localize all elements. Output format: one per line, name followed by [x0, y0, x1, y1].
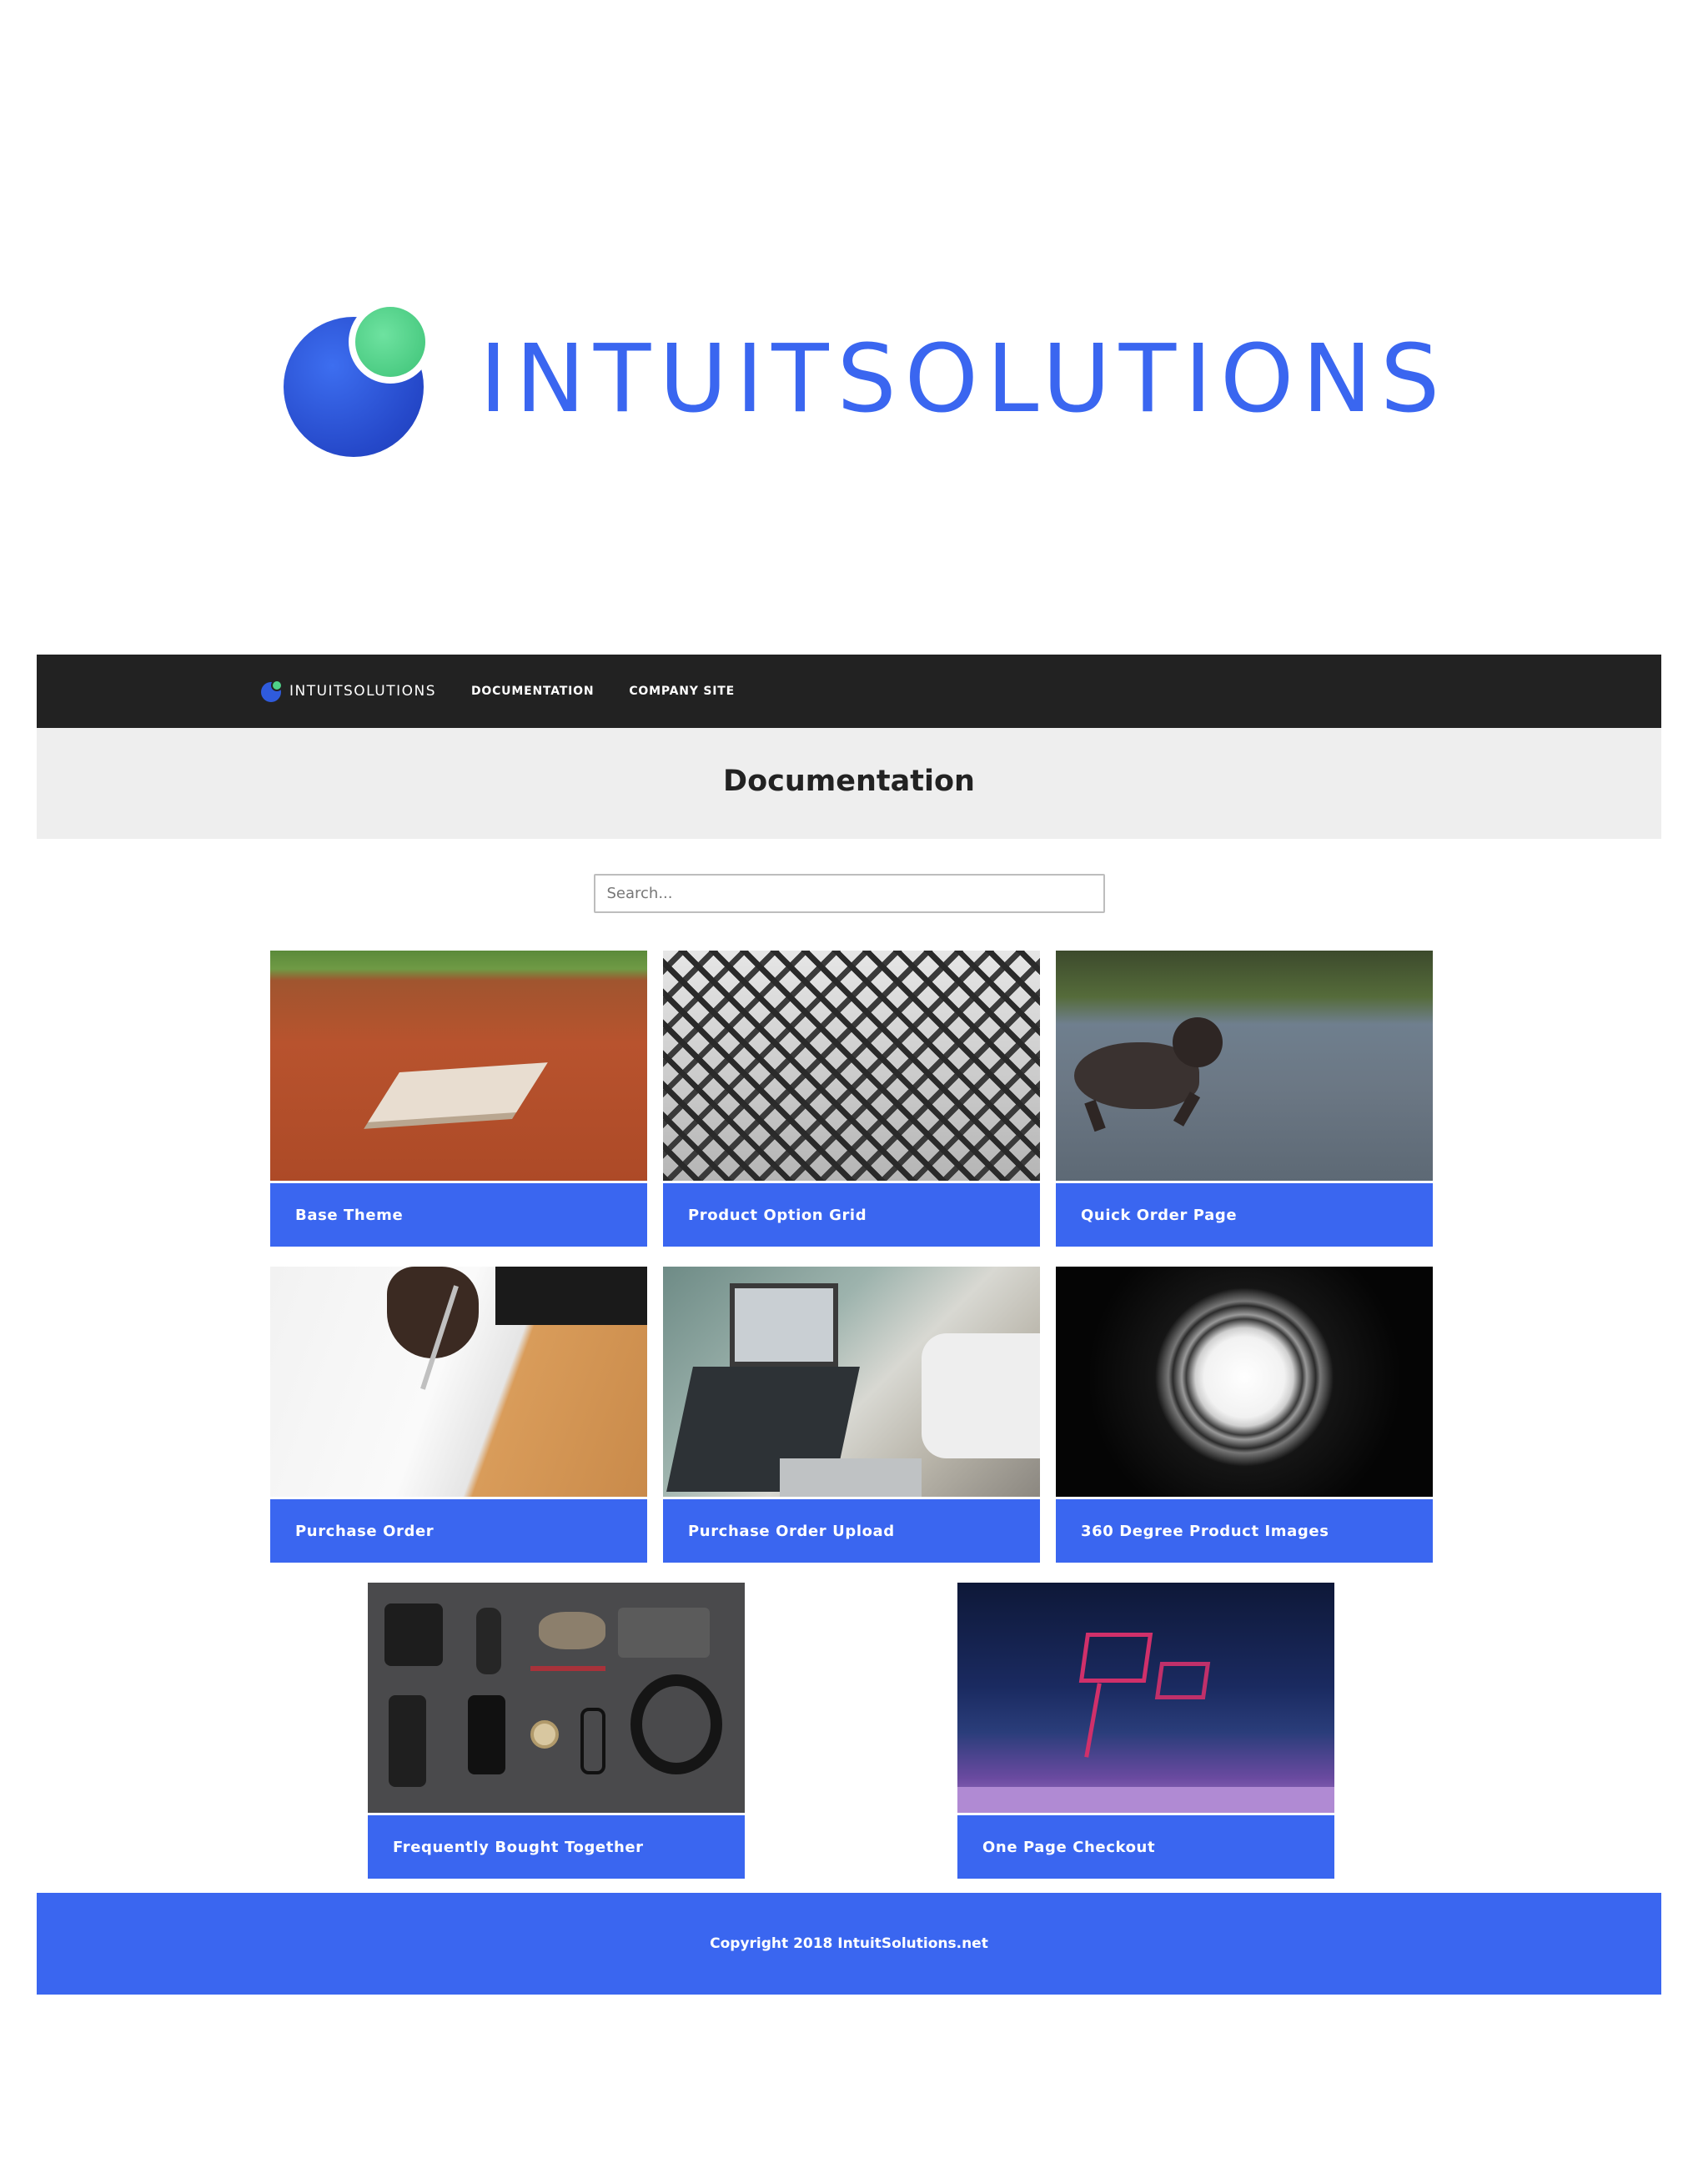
- card-caption: One Page Checkout: [957, 1815, 1334, 1879]
- card-label: Purchase Order Upload: [688, 1522, 895, 1540]
- site-footer: Copyright 2018 IntuitSolutions.net: [37, 1893, 1661, 1995]
- page-title-bar: Documentation: [37, 728, 1661, 839]
- running-dog-image: [1056, 951, 1433, 1181]
- hero-wordmark: INTUITSOLUTIONS: [480, 325, 1449, 434]
- card-label: Frequently Bought Together: [393, 1838, 644, 1856]
- top-navigation: INTUITSOLUTIONS DOCUMENTATION COMPANY SI…: [37, 655, 1661, 728]
- nav-brand[interactable]: INTUITSOLUTIONS: [261, 680, 436, 703]
- card-base-theme[interactable]: Base Theme: [270, 951, 647, 1247]
- card-label: Purchase Order: [295, 1522, 435, 1540]
- card-product-option-grid[interactable]: Product Option Grid: [663, 951, 1040, 1247]
- nav-logo-icon: [261, 680, 284, 703]
- search-input[interactable]: [593, 874, 1105, 913]
- page-title: Documentation: [723, 764, 975, 798]
- baseball-base-image: [270, 951, 647, 1181]
- card-caption: Base Theme: [270, 1183, 647, 1247]
- card-one-page-checkout[interactable]: One Page Checkout: [957, 1583, 1334, 1879]
- geometric-grid-image: [663, 951, 1040, 1181]
- signing-document-image: [270, 1267, 647, 1497]
- card-purchase-order-upload[interactable]: Purchase Order Upload: [663, 1267, 1040, 1563]
- card-360-degree-product-images[interactable]: 360 Degree Product Images: [1056, 1267, 1433, 1563]
- light-spiral-image: [1056, 1267, 1433, 1497]
- card-quick-order-page[interactable]: Quick Order Page: [1056, 951, 1433, 1247]
- card-caption: Product Option Grid: [663, 1183, 1040, 1247]
- card-label: Base Theme: [295, 1206, 404, 1224]
- card-label: Quick Order Page: [1081, 1206, 1238, 1224]
- laptop-paperwork-image: [663, 1267, 1040, 1497]
- nav-link-documentation[interactable]: DOCUMENTATION: [471, 685, 594, 698]
- card-purchase-order[interactable]: Purchase Order: [270, 1267, 647, 1563]
- card-label: Product Option Grid: [688, 1206, 867, 1224]
- search-area: [37, 839, 1661, 913]
- site-frame: INTUITSOLUTIONS DOCUMENTATION COMPANY SI…: [37, 655, 1661, 913]
- card-caption: Quick Order Page: [1056, 1183, 1433, 1247]
- card-caption: Frequently Bought Together: [368, 1815, 745, 1879]
- hero-logo: INTUITSOLUTIONS: [284, 300, 1448, 459]
- logo-circles-icon: [284, 300, 438, 459]
- card-caption: Purchase Order Upload: [663, 1499, 1040, 1563]
- card-label: 360 Degree Product Images: [1081, 1522, 1329, 1540]
- nav-brand-text: INTUITSOLUTIONS: [289, 683, 436, 700]
- card-caption: 360 Degree Product Images: [1056, 1499, 1433, 1563]
- nav-link-company-site[interactable]: COMPANY SITE: [629, 685, 735, 698]
- flatlay-accessories-image: [368, 1583, 745, 1813]
- card-caption: Purchase Order: [270, 1499, 647, 1563]
- card-frequently-bought-together[interactable]: Frequently Bought Together: [368, 1583, 745, 1879]
- copyright-text: Copyright 2018 IntuitSolutions.net: [710, 1935, 988, 1952]
- card-label: One Page Checkout: [982, 1838, 1156, 1856]
- shopping-cart-night-image: [957, 1583, 1334, 1813]
